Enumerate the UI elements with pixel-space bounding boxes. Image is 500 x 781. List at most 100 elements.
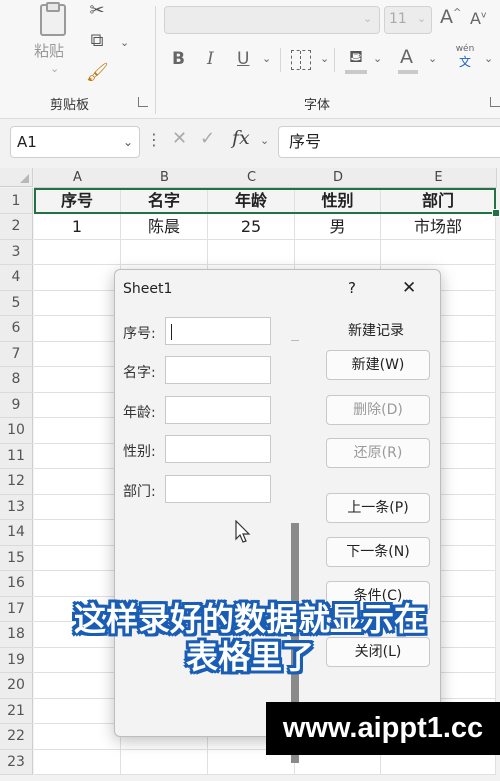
chevron-down-icon[interactable]: ⌄	[120, 36, 129, 49]
row-header-1[interactable]: 1	[0, 188, 33, 214]
row-header-7[interactable]: 7	[0, 341, 33, 367]
table-cell[interactable]	[381, 239, 496, 265]
chevron-down-icon[interactable]: ⌄	[373, 52, 382, 65]
field-input-age[interactable]	[165, 396, 271, 424]
insert-function-button[interactable]: fx	[232, 127, 250, 149]
table-cell[interactable]	[34, 724, 121, 750]
column-header-d[interactable]: D	[295, 168, 382, 188]
next-record-button[interactable]: 下一条(N)	[326, 537, 430, 567]
row-header-15[interactable]: 15	[0, 545, 33, 571]
bold-button[interactable]: B	[172, 49, 185, 69]
underline-button[interactable]: U	[237, 49, 249, 69]
dialog-launcher-icon[interactable]	[138, 97, 148, 107]
chevron-down-icon[interactable]: ⌄	[428, 52, 437, 65]
row-header-21[interactable]: 21	[0, 698, 33, 724]
italic-button[interactable]: I	[207, 49, 214, 69]
restore-button[interactable]: 还原(R)	[326, 438, 430, 468]
table-cell[interactable]	[34, 571, 121, 597]
row-header-10[interactable]: 10	[0, 418, 33, 444]
row-header-6[interactable]: 6	[0, 316, 33, 342]
table-cell[interactable]: 陈晨	[121, 214, 208, 240]
help-button[interactable]: ?	[348, 279, 356, 297]
phonetic-guide-button[interactable]: wén 文	[452, 44, 478, 74]
table-cell[interactable]	[34, 494, 121, 520]
table-cell[interactable]	[34, 698, 121, 724]
table-cell[interactable]	[34, 469, 121, 495]
fill-handle[interactable]	[492, 209, 500, 217]
shrink-font-button[interactable]: Av	[470, 9, 486, 28]
table-cell[interactable]	[34, 392, 121, 418]
table-cell[interactable]	[34, 367, 121, 393]
table-cell[interactable]	[121, 749, 208, 775]
delete-button[interactable]: 删除(D)	[326, 395, 430, 425]
field-input-gender[interactable]	[165, 435, 271, 463]
table-cell[interactable]	[121, 239, 208, 265]
font-name-combo[interactable]: ⌄	[164, 6, 380, 34]
ribbon-divider	[280, 48, 281, 72]
name-box-value: A1	[17, 133, 37, 151]
table-cell[interactable]	[34, 545, 121, 571]
table-cell[interactable]	[208, 239, 295, 265]
table-cell[interactable]	[34, 239, 121, 265]
table-cell[interactable]	[34, 443, 121, 469]
table-cell[interactable]	[295, 239, 381, 265]
row-header-3[interactable]: 3	[0, 239, 33, 265]
table-cell[interactable]	[34, 418, 121, 444]
chevron-down-icon[interactable]: ⌄	[262, 52, 271, 65]
fill-color-icon[interactable]: ⛾	[345, 46, 367, 68]
row-header-20[interactable]: 20	[0, 673, 33, 699]
table-cell[interactable]: 市场部	[381, 214, 496, 240]
field-input-name[interactable]	[165, 356, 271, 384]
font-size-combo[interactable]: 11 ⌄	[384, 6, 432, 34]
font-color-button[interactable]: A	[400, 46, 413, 68]
more-options-icon[interactable]: ⋮	[146, 130, 162, 149]
select-all-corner[interactable]	[0, 168, 33, 187]
enter-icon[interactable]: ✓	[200, 128, 215, 149]
row-header-8[interactable]: 8	[0, 367, 33, 393]
table-cell[interactable]	[34, 673, 121, 699]
table-cell[interactable]	[34, 316, 121, 342]
row-header-2[interactable]: 2	[0, 214, 33, 240]
field-input-dept[interactable]	[165, 475, 271, 503]
cut-icon[interactable]: ✂	[86, 0, 108, 22]
table-cell[interactable]	[34, 749, 121, 775]
row-header-12[interactable]: 12	[0, 469, 33, 495]
grow-font-button[interactable]: A^	[440, 6, 461, 28]
new-record-button[interactable]: 新建(W)	[326, 350, 430, 380]
close-icon[interactable]: ✕	[402, 278, 416, 298]
row-header-22[interactable]: 22	[0, 724, 33, 750]
table-cell[interactable]	[34, 265, 121, 291]
row-header-23[interactable]: 23	[0, 749, 33, 775]
column-header-c[interactable]: C	[208, 168, 296, 188]
table-cell[interactable]	[34, 520, 121, 546]
chevron-down-icon[interactable]: ⌄	[50, 62, 59, 75]
row-header-5[interactable]: 5	[0, 290, 33, 316]
table-cell[interactable]: 男	[295, 214, 381, 240]
row-header-16[interactable]: 16	[0, 571, 33, 597]
field-input-id[interactable]	[165, 317, 271, 345]
table-cell[interactable]	[34, 290, 121, 316]
column-header-e[interactable]: E	[381, 168, 497, 188]
row-header-11[interactable]: 11	[0, 443, 33, 469]
format-painter-icon[interactable]: 🖌	[86, 62, 109, 84]
column-header-b[interactable]: B	[121, 168, 209, 188]
borders-icon[interactable]	[291, 50, 311, 70]
table-cell[interactable]: 1	[34, 214, 121, 240]
chevron-down-icon[interactable]: ⌄	[484, 52, 493, 65]
row-header-4[interactable]: 4	[0, 265, 33, 291]
row-header-13[interactable]: 13	[0, 494, 33, 520]
dialog-launcher-icon[interactable]	[490, 97, 500, 107]
cancel-icon[interactable]: ✕	[172, 128, 187, 149]
row-header-9[interactable]: 9	[0, 392, 33, 418]
chevron-down-icon[interactable]: ⌄	[320, 52, 329, 65]
formula-input[interactable]: 序号	[278, 126, 500, 158]
chevron-down-icon[interactable]: ⌄	[260, 134, 269, 147]
column-header-a[interactable]: A	[34, 168, 122, 188]
table-cell[interactable]: 25	[208, 214, 295, 240]
name-box[interactable]: A1 ⌄	[10, 126, 140, 158]
copy-icon[interactable]: ⧉	[86, 30, 108, 52]
row-header-14[interactable]: 14	[0, 520, 33, 546]
table-cell[interactable]	[34, 341, 121, 367]
paste-button[interactable]: 粘贴 ⌄	[30, 0, 76, 80]
previous-record-button[interactable]: 上一条(P)	[326, 493, 430, 523]
